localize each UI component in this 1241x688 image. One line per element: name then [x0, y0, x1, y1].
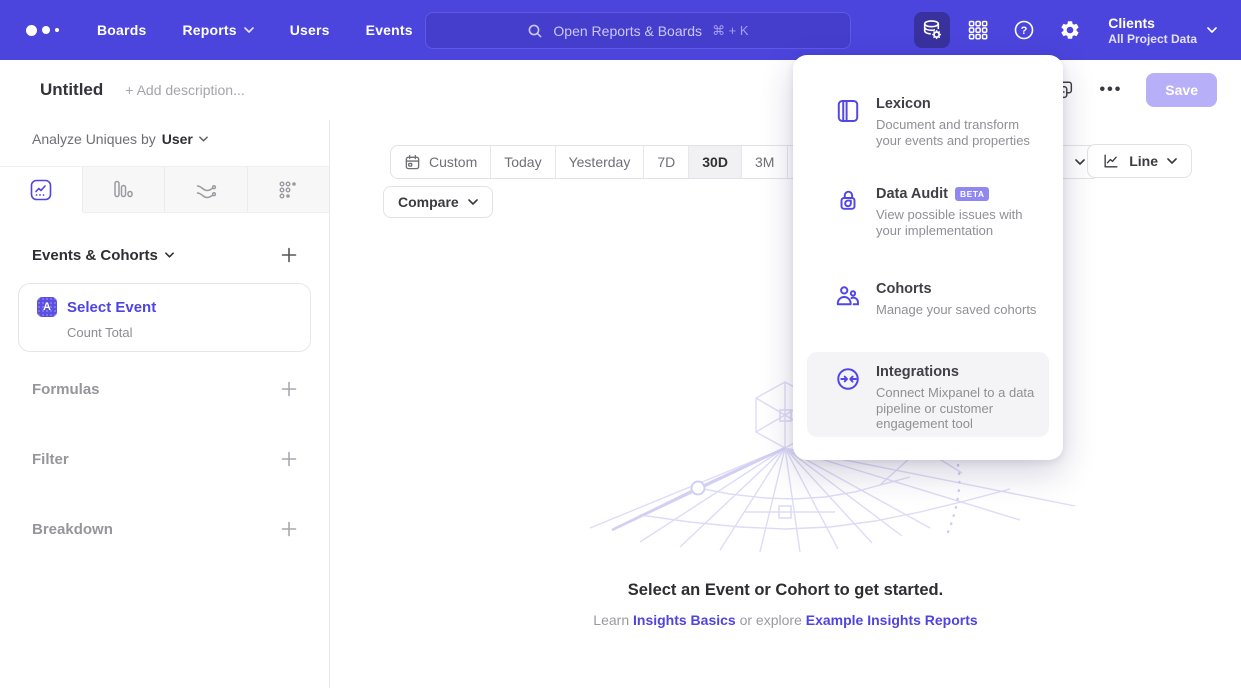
calendar-icon: [404, 154, 421, 171]
chevron-down-icon: [1075, 159, 1085, 165]
chevron-down-icon: [199, 136, 208, 142]
menu-item-title: Data Audit BETA: [876, 186, 1039, 202]
example-reports-link[interactable]: Example Insights Reports: [806, 612, 978, 628]
menu-item-cohorts[interactable]: Cohorts Manage your saved cohorts: [807, 269, 1049, 330]
date-range-7d[interactable]: 7D: [644, 146, 689, 178]
date-range-today[interactable]: Today: [491, 146, 555, 178]
nav-boards[interactable]: Boards: [97, 22, 146, 38]
global-search-input[interactable]: Open Reports & Boards ⌘ + K: [425, 12, 851, 49]
breakdown-section: Breakdown: [32, 516, 297, 542]
query-builder-sidebar: Analyze Uniques by User: [0, 120, 330, 688]
add-formula-button[interactable]: [281, 381, 297, 397]
chevron-down-icon: [165, 252, 174, 258]
topnav-right-cluster: ? Clients All Project Data: [914, 12, 1217, 48]
filter-section: Filter: [32, 446, 297, 472]
menu-item-integrations[interactable]: Integrations Connect Mixpanel to a data …: [807, 352, 1049, 437]
search-shortcut: ⌘ + K: [712, 23, 749, 39]
data-audit-icon: [835, 188, 861, 214]
analyze-uniques-row: Analyze Uniques by User: [32, 131, 208, 147]
menu-item-description: Manage your saved cohorts: [876, 302, 1036, 318]
report-description-placeholder[interactable]: + Add description...: [125, 82, 244, 98]
nav-users[interactable]: Users: [290, 22, 330, 38]
formulas-header: Formulas: [32, 381, 100, 398]
add-event-button[interactable]: [281, 247, 297, 263]
menu-item-description: View possible issues with your implement…: [876, 207, 1039, 238]
filter-header: Filter: [32, 451, 69, 468]
date-range-3m[interactable]: 3M: [742, 146, 788, 178]
primary-nav: Boards Reports Users Events: [97, 22, 413, 38]
chevron-down-icon: [468, 199, 478, 205]
bar-chart-tab-icon: [112, 179, 134, 201]
breakdown-header: Breakdown: [32, 521, 113, 538]
menu-item-title: Cohorts: [876, 281, 1036, 297]
insights-basics-link[interactable]: Insights Basics: [633, 612, 736, 628]
date-range-segmented-control: Custom Today Yesterday 7D 30D 3M 6M: [390, 145, 835, 179]
settings-button[interactable]: [1052, 12, 1088, 48]
data-management-button[interactable]: [914, 12, 950, 48]
gear-icon: [1059, 19, 1081, 41]
integrations-icon: [835, 366, 861, 392]
search-placeholder: Open Reports & Boards: [553, 23, 702, 39]
chevron-down-icon: [1167, 158, 1177, 164]
search-icon: [527, 23, 543, 39]
events-cohorts-header[interactable]: Events & Cohorts: [32, 247, 174, 264]
report-canvas: Custom Today Yesterday 7D 30D 3M 6M Comp…: [330, 120, 1241, 688]
nav-events[interactable]: Events: [366, 22, 413, 38]
empty-state-title: Select an Event or Cohort to get started…: [330, 581, 1241, 600]
compare-button[interactable]: Compare: [383, 186, 493, 218]
line-chart-tab-icon: [30, 179, 52, 201]
project-name: All Project Data: [1108, 32, 1197, 47]
apps-grid-button[interactable]: [960, 12, 996, 48]
nav-reports[interactable]: Reports: [182, 22, 253, 38]
date-range-30d[interactable]: 30D: [689, 146, 742, 178]
grid-icon: [966, 18, 990, 42]
project-switcher[interactable]: Clients All Project Data: [1108, 14, 1217, 47]
events-cohorts-section: Events & Cohorts: [32, 242, 297, 268]
book-icon: [835, 98, 861, 124]
analyze-label: Analyze Uniques by: [32, 131, 156, 147]
add-breakdown-button[interactable]: [281, 521, 297, 537]
flow-tab-icon: [195, 179, 217, 201]
menu-item-lexicon[interactable]: Lexicon Document and transform your even…: [807, 84, 1049, 160]
beta-badge: BETA: [955, 187, 990, 201]
database-gear-icon: [920, 18, 944, 42]
cohorts-icon: [835, 283, 861, 309]
tab-insights-line[interactable]: [0, 167, 83, 213]
analyze-value-dropdown[interactable]: User: [162, 131, 208, 147]
report-title[interactable]: Untitled: [40, 80, 103, 100]
tab-flow-chart[interactable]: [165, 167, 248, 212]
chart-type-dropdown[interactable]: Line: [1087, 144, 1192, 178]
more-options-button[interactable]: •••: [1099, 81, 1122, 99]
formulas-section: Formulas: [32, 376, 297, 402]
menu-item-description: Document and transform your events and p…: [876, 117, 1039, 148]
tab-bar-chart[interactable]: [83, 167, 166, 212]
date-range-custom[interactable]: Custom: [391, 146, 491, 178]
chevron-down-icon: [1207, 27, 1217, 33]
chevron-down-icon: [244, 27, 254, 33]
select-event-label[interactable]: Select Event: [67, 299, 156, 316]
mixpanel-logo[interactable]: [26, 25, 59, 36]
top-navigation-bar: Boards Reports Users Events Open Reports…: [0, 0, 1241, 60]
event-selector-card[interactable]: A Select Event Count Total: [18, 283, 311, 352]
menu-item-title: Lexicon: [876, 96, 1039, 112]
date-range-yesterday[interactable]: Yesterday: [556, 146, 645, 178]
line-chart-icon: [1102, 152, 1120, 170]
save-button[interactable]: Save: [1146, 73, 1217, 107]
help-button[interactable]: ?: [1006, 12, 1042, 48]
menu-item-data-audit[interactable]: Data Audit BETA View possible issues wit…: [807, 174, 1049, 250]
empty-state-subtitle: Learn Insights Basics or explore Example…: [330, 612, 1241, 628]
event-letter-badge: A: [37, 297, 57, 317]
svg-text:?: ?: [1021, 25, 1028, 37]
org-name: Clients: [1108, 14, 1197, 32]
count-total-label[interactable]: Count Total: [67, 325, 294, 340]
add-filter-button[interactable]: [281, 451, 297, 467]
menu-item-description: Connect Mixpanel to a data pipeline or c…: [876, 385, 1039, 432]
retention-tab-icon: [277, 179, 299, 201]
tab-retention-grid[interactable]: [248, 167, 330, 212]
chart-type-tabs: [0, 166, 329, 213]
help-icon: ?: [1012, 18, 1036, 42]
data-management-menu: Lexicon Document and transform your even…: [793, 55, 1063, 460]
menu-item-title: Integrations: [876, 364, 1039, 380]
